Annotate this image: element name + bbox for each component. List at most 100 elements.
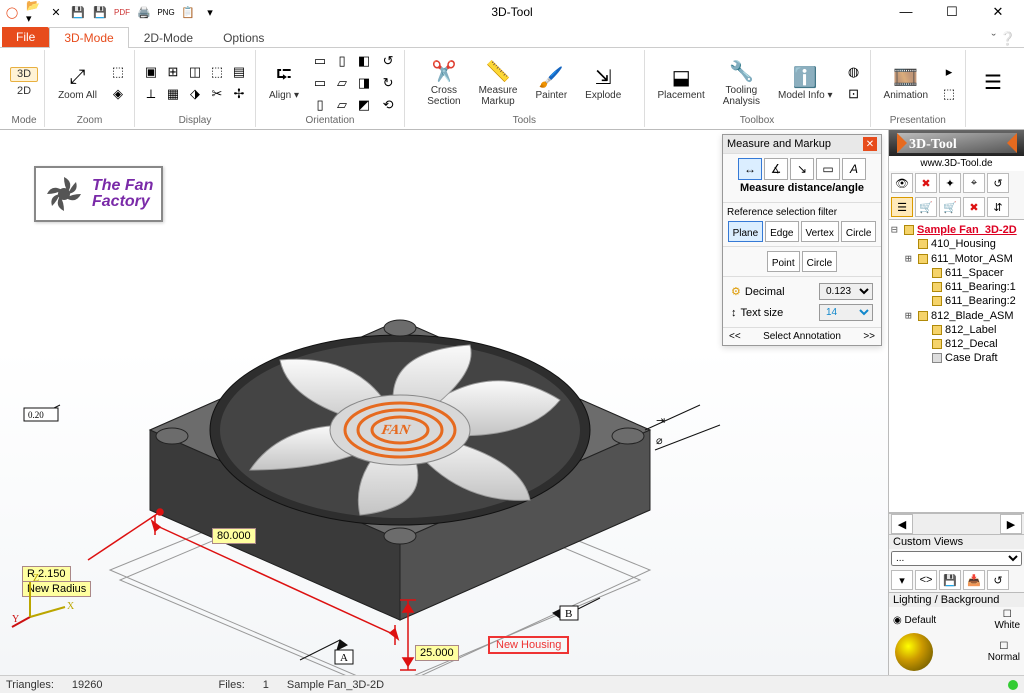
display-clip-icon[interactable]: ✂ — [207, 84, 227, 104]
cv-import-icon[interactable]: 📥 — [963, 570, 985, 590]
toolbox-extra1-icon[interactable]: ◍ — [844, 62, 864, 82]
mp-mode-note[interactable]: ▭ — [816, 158, 840, 180]
maximize-button[interactable]: ☐ — [938, 4, 966, 20]
display-persp-icon[interactable]: ⟂ — [141, 84, 161, 104]
cart-icon[interactable]: 🛒 — [915, 197, 937, 217]
help-icon[interactable]: ❔ — [1000, 31, 1016, 47]
custom-view-select[interactable]: ... — [891, 551, 1022, 566]
delete-icon[interactable]: ✖ — [963, 197, 985, 217]
zoom-window-icon[interactable]: ⬚ — [108, 62, 128, 82]
animation-button[interactable]: 🎞️Animation — [877, 61, 935, 104]
display-trans-icon[interactable]: ⬗ — [185, 84, 205, 104]
filter-plane[interactable]: Plane — [728, 221, 764, 242]
eye-icon[interactable]: 👁 — [891, 173, 913, 193]
file-tab[interactable]: File — [2, 27, 49, 47]
tree-label[interactable]: 812_Label — [945, 324, 996, 336]
display-shadow-icon[interactable]: ▦ — [163, 84, 183, 104]
display-grid-icon[interactable]: ▤ — [229, 62, 249, 82]
rot-z-icon[interactable]: ⟲ — [378, 95, 398, 115]
qat-copy-icon[interactable]: 📋 — [180, 4, 196, 20]
rot-y-icon[interactable]: ↻ — [378, 73, 398, 93]
cross-section-button[interactable]: ✂️Cross Section — [420, 56, 467, 110]
qat-open-icon[interactable]: 📂▾ — [26, 4, 42, 20]
view-bottom-icon[interactable]: ▱ — [332, 95, 352, 115]
undo-icon[interactable]: ↺ — [987, 173, 1009, 193]
view-back-icon[interactable]: ▭ — [310, 73, 330, 93]
placement-button[interactable]: ⬓Placement — [651, 61, 712, 104]
display-hidden-icon[interactable]: ⬚ — [207, 62, 227, 82]
decimal-select[interactable]: 0.123 — [819, 283, 873, 300]
tree-case-draft[interactable]: Case Draft — [945, 352, 998, 364]
cv-reset-icon[interactable]: ↺ — [987, 570, 1009, 590]
tree-blade-asm[interactable]: 812_Blade_ASM — [931, 310, 1014, 322]
mp-close-button[interactable]: ✕ — [863, 137, 877, 151]
display-shaded-icon[interactable]: ▣ — [141, 62, 161, 82]
cv-dropdown-icon[interactable]: ▾ — [891, 570, 913, 590]
qat-image-icon[interactable]: PNG — [158, 4, 174, 20]
filter-edge[interactable]: Edge — [765, 221, 798, 242]
toolbox-extra2-icon[interactable]: ⊡ — [844, 84, 864, 104]
pres-extra2-icon[interactable]: ⬚ — [939, 84, 959, 104]
qat-save-icon[interactable]: 💾 — [70, 4, 86, 20]
mp-mode-angle[interactable]: ∡ — [764, 158, 788, 180]
model-info-button[interactable]: ℹ️Model Info ▾ — [771, 61, 840, 104]
focus-icon[interactable]: ⌖ — [963, 173, 985, 193]
viewport[interactable]: The FanFactory — [0, 130, 888, 675]
minimize-button[interactable]: — — [892, 4, 920, 20]
red-x-icon[interactable]: ✖ — [915, 173, 937, 193]
zoom-all-button[interactable]: ⤢Zoom All — [51, 61, 104, 104]
cv-save-icon[interactable]: 💾 — [939, 570, 961, 590]
pick-circle[interactable]: Circle — [802, 251, 838, 272]
model-tree[interactable]: ⊟Sample Fan_3D-2D 410_Housing ⊞611_Motor… — [889, 219, 1024, 513]
settings-gear-icon[interactable]: ⚙ — [731, 285, 741, 298]
tab-options[interactable]: Options — [208, 27, 279, 48]
model-tree-toggle[interactable]: ☰ — [972, 67, 1014, 99]
view-iso3-icon[interactable]: ◩ — [354, 95, 374, 115]
mp-mode-min[interactable]: ↘ — [790, 158, 814, 180]
display-axis-icon[interactable]: ✢ — [229, 84, 249, 104]
view-iso1-icon[interactable]: ◧ — [354, 51, 374, 71]
bg-normal-check[interactable]: ☐Normal — [988, 641, 1020, 663]
qat-print-icon[interactable]: 🖨️ — [136, 4, 152, 20]
lighting-ball[interactable] — [895, 633, 933, 671]
qat-dropdown-icon[interactable]: ▾ — [202, 4, 218, 20]
filter-vertex[interactable]: Vertex — [801, 221, 839, 242]
view-front-icon[interactable]: ▭ — [310, 51, 330, 71]
qat-app-icon[interactable]: ◯ — [4, 4, 20, 20]
settings-arrow-icon[interactable]: ↕ — [731, 307, 737, 319]
tab-3d-mode[interactable]: 3D-Mode — [49, 27, 128, 48]
measure-markup-button[interactable]: 📏Measure Markup — [472, 56, 525, 110]
mp-mode-text[interactable]: A — [842, 158, 866, 180]
view-iso2-icon[interactable]: ◨ — [354, 73, 374, 93]
annotation-prev[interactable]: << — [729, 331, 741, 342]
axis-gizmo[interactable]: X Y Z — [10, 567, 80, 637]
tree-housing[interactable]: 410_Housing — [931, 238, 996, 250]
qat-save-exe-icon[interactable]: 💾 — [92, 4, 108, 20]
mp-mode-distance[interactable]: ↔ — [738, 158, 762, 180]
display-wire-icon[interactable]: ⊞ — [163, 62, 183, 82]
textsize-select[interactable]: 14 — [819, 304, 873, 321]
mode-3d-button[interactable]: 3D — [10, 67, 38, 82]
tree-bearing1[interactable]: 611_Bearing:1 — [945, 281, 1016, 293]
close-button[interactable]: ✕ — [984, 4, 1012, 20]
cart2-icon[interactable]: 🛒 — [939, 197, 961, 217]
tree-bearing2[interactable]: 611_Bearing:2 — [945, 295, 1016, 307]
display-edges-icon[interactable]: ◫ — [185, 62, 205, 82]
tree-spacer[interactable]: 611_Spacer — [945, 267, 1004, 279]
pick-point[interactable]: Point — [767, 251, 800, 272]
tree-root[interactable]: Sample Fan_3D-2D — [917, 224, 1017, 236]
rot-x-icon[interactable]: ↺ — [378, 51, 398, 71]
lighting-default-radio[interactable]: ◉ Default — [893, 615, 936, 626]
painter-button[interactable]: 🖌️Painter — [528, 61, 574, 104]
bg-white-check[interactable]: ☐White — [994, 609, 1020, 631]
mode-2d-button[interactable]: 2D — [10, 84, 38, 99]
view-right-icon[interactable]: ▯ — [332, 51, 352, 71]
target-icon[interactable]: ✦ — [939, 173, 961, 193]
explode-button[interactable]: ⇲Explode — [578, 61, 628, 104]
align-button[interactable]: ⮓Align ▾ — [262, 61, 306, 104]
qat-pdf-icon[interactable]: PDF — [114, 4, 130, 20]
annotation-next[interactable]: >> — [863, 331, 875, 342]
tab-2d-mode[interactable]: 2D-Mode — [129, 27, 208, 48]
tree-view-icon[interactable]: ☰ — [891, 197, 913, 217]
tree-decal[interactable]: 812_Decal — [945, 338, 998, 350]
